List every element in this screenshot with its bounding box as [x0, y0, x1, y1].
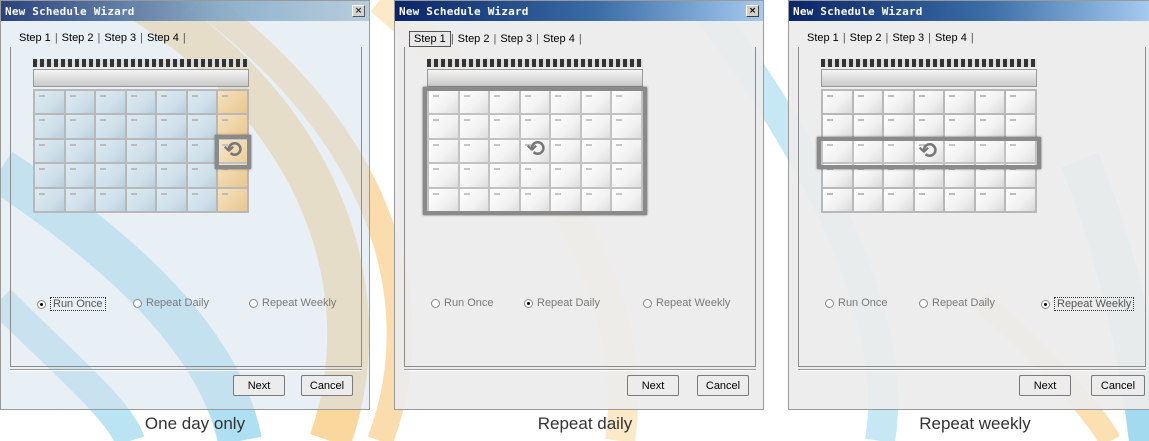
tab-step-1[interactable]: Step 1 — [15, 31, 55, 45]
cancel-button[interactable]: Cancel — [1091, 375, 1145, 396]
tab-step-2[interactable]: Step 2 — [454, 32, 494, 46]
cancel-button[interactable]: Cancel — [697, 375, 749, 396]
title-bar[interactable]: New Schedule Wizard × — [1, 1, 369, 21]
tab-step-2[interactable]: Step 2 — [846, 31, 886, 45]
title-bar[interactable]: New Schedule Wizard — [789, 1, 1149, 21]
tab-step-4[interactable]: Step 4 — [931, 31, 971, 45]
calendar-binding — [821, 59, 1037, 67]
next-button[interactable]: Next — [1019, 375, 1071, 396]
radio-label: Repeat Weekly — [656, 297, 731, 309]
next-button[interactable]: Next — [627, 375, 679, 396]
tab-step-1[interactable]: Step 1 — [803, 31, 843, 45]
window-title: New Schedule Wizard — [399, 4, 529, 18]
radio-label: Run Once — [444, 297, 494, 309]
divider — [404, 369, 756, 371]
step-tabs: Step 1 | Step 2 | Step 3 | Step 4 | — [409, 31, 582, 47]
repeat-arrows-icon: ⟲ — [526, 137, 546, 162]
tab-step-3[interactable]: Step 3 — [888, 31, 928, 45]
radio-indicator — [825, 298, 834, 308]
divider — [10, 369, 362, 371]
radio-indicator — [431, 298, 440, 308]
radio-repeat-daily[interactable]: Repeat Daily — [524, 297, 600, 309]
wizard-window: New Schedule Wizard × Step 1 | Step 2 | St… — [0, 0, 370, 410]
step-tabs: Step 1 | Step 2 | Step 3 | Step 4 | — [15, 31, 186, 45]
radio-run-once[interactable]: Run Once — [825, 297, 888, 309]
wizard-window: New Schedule Wizard × Step 1 | Step 2 | St… — [394, 0, 764, 410]
radio-label: Run Once — [50, 297, 106, 311]
cancel-button[interactable]: Cancel — [301, 375, 353, 396]
radio-repeat-weekly[interactable]: Repeat Weekly — [1041, 297, 1135, 311]
calendar-header — [427, 69, 643, 87]
window-title: New Schedule Wizard — [5, 4, 135, 18]
radio-run-once[interactable]: Run Once — [37, 297, 106, 311]
close-icon[interactable]: × — [352, 5, 365, 17]
calendar-illustration: ⟲ — [33, 59, 251, 215]
tab-step-3[interactable]: Step 3 — [100, 31, 140, 45]
repeat-arrows-icon: ⟲ — [223, 138, 243, 163]
wizard-panel-repeat-weekly: New Schedule Wizard Step 1 | Step 2 | Step… — [788, 0, 1149, 410]
radio-repeat-daily[interactable]: Repeat Daily — [133, 297, 209, 309]
radio-label: Repeat Daily — [146, 297, 209, 309]
tab-step-1[interactable]: Step 1 — [409, 31, 451, 47]
radio-indicator — [249, 298, 258, 308]
radio-indicator — [1041, 299, 1050, 309]
title-bar[interactable]: New Schedule Wizard × — [395, 1, 763, 21]
window-title: New Schedule Wizard — [793, 4, 923, 18]
radio-label: Run Once — [838, 297, 888, 309]
wizard-panel-repeat-daily: New Schedule Wizard × Step 1 | Step 2 | St… — [394, 0, 764, 410]
radio-repeat-daily[interactable]: Repeat Daily — [919, 297, 995, 309]
calendar-binding — [33, 59, 249, 67]
radio-label: Repeat Daily — [932, 297, 995, 309]
radio-label: Repeat Daily — [537, 297, 600, 309]
radio-repeat-weekly[interactable]: Repeat Weekly — [643, 297, 730, 309]
calendar-binding — [427, 59, 643, 67]
wizard-window: New Schedule Wizard Step 1 | Step 2 | Step… — [788, 0, 1149, 410]
radio-run-once[interactable]: Run Once — [431, 297, 494, 309]
tab-step-2[interactable]: Step 2 — [58, 31, 98, 45]
calendar-illustration: ⟲ — [817, 59, 1041, 215]
repeat-arrows-icon: ⟲ — [918, 139, 938, 164]
radio-repeat-weekly[interactable]: Repeat Weekly — [249, 297, 336, 309]
radio-indicator — [643, 298, 652, 308]
close-icon[interactable]: × — [746, 5, 759, 17]
radio-indicator — [524, 298, 533, 308]
radio-label: Repeat Weekly — [262, 297, 337, 309]
calendar-header — [821, 69, 1037, 87]
next-button[interactable]: Next — [233, 375, 285, 396]
radio-label: Repeat Weekly — [1054, 297, 1135, 311]
caption-repeat-daily: Repeat daily — [537, 414, 633, 433]
tab-step-4[interactable]: Step 4 — [539, 32, 579, 46]
radio-indicator — [37, 299, 46, 309]
tab-step-3[interactable]: Step 3 — [496, 32, 536, 46]
calendar-illustration: ⟲ — [423, 59, 647, 215]
calendar-header — [33, 69, 249, 87]
radio-indicator — [919, 298, 928, 308]
radio-indicator — [133, 298, 142, 308]
caption-one-day-only: One day only — [144, 414, 246, 433]
caption-repeat-weekly: Repeat weekly — [919, 414, 1031, 433]
divider — [798, 369, 1146, 371]
wizard-panel-run-once: New Schedule Wizard × Step 1 | Step 2 | St… — [0, 0, 370, 410]
tab-step-4[interactable]: Step 4 — [143, 31, 183, 45]
step-tabs: Step 1 | Step 2 | Step 3 | Step 4 | — [803, 31, 974, 45]
